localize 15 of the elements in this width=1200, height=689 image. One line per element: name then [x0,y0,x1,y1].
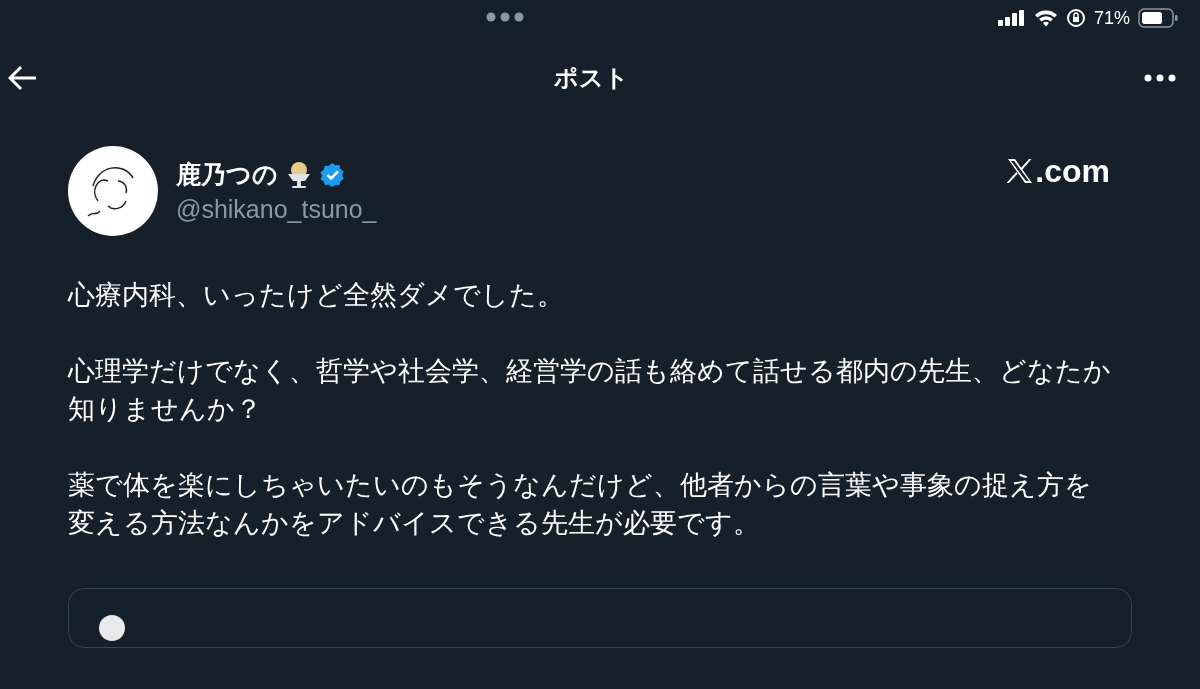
author-handle: @shikano_tsuno_ [176,195,378,224]
brand-text: .com [1035,152,1110,190]
x-logo-icon [1007,158,1034,184]
battery-percent: 71% [1093,7,1130,29]
post-paragraph: 薬で体を楽にしちゃいたいのもそうなんだけど、他者からの言葉や事象の捉え方を変える方法なんかをアドバイスできる先生が必要です。 [68,468,1093,540]
rotation-lock-icon [1065,8,1086,28]
page-title: ポスト [553,63,629,94]
more-dots-icon [486,12,524,22]
signal-icon [997,10,1026,26]
post-paragraph: 心療内科、いったけど全然ダメでした。 [68,278,565,312]
avatar-icon [99,615,125,641]
post-paragraph: 心理学だけでなく、哲学や社会学、経営学の話も絡めて話せる都内の先生、どなたか知りませんか？ [68,354,1112,426]
battery-icon [1138,8,1178,28]
wifi-icon [1033,9,1058,27]
author-name: 鹿乃つの [176,159,278,191]
